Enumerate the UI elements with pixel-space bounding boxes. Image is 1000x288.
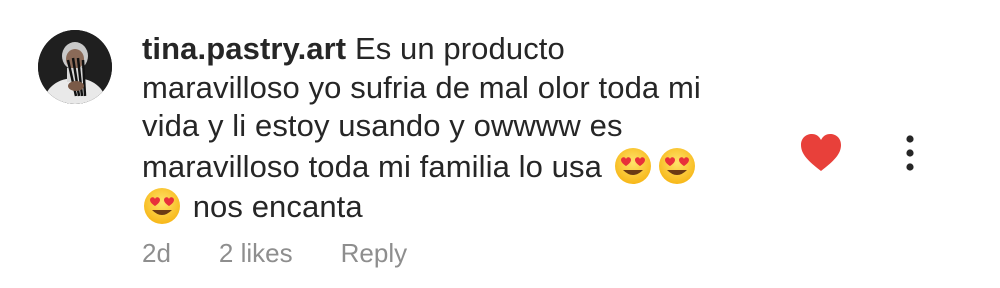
comment-meta: 2d 2 likes Reply [142, 238, 407, 269]
comment-item: tina.pastry.art Es un producto maravillo… [0, 0, 1000, 288]
heart-eyes-emoji [657, 146, 697, 186]
more-options-icon[interactable] [896, 132, 924, 174]
heart-icon[interactable] [800, 133, 842, 173]
comment-line-5: nos encanta [142, 186, 762, 227]
comment-timestamp: 2d [142, 238, 171, 268]
comment-text-line-1: Es un producto [354, 31, 565, 66]
comment-text-line-4: maravilloso toda mi familia lo usa [142, 148, 602, 184]
comment-line-1: tina.pastry.art Es un producto [142, 30, 762, 69]
heart-eyes-emoji [142, 186, 182, 226]
reply-button[interactable]: Reply [341, 238, 407, 269]
comment-username[interactable]: tina.pastry.art [142, 31, 346, 66]
comment-text-line-2: maravilloso yo sufria de mal olor toda m… [142, 69, 701, 105]
avatar[interactable] [38, 30, 112, 104]
comment-text-line-3: vida y li estoy usando y owwww es [142, 108, 623, 143]
likes-count[interactable]: 2 likes [219, 238, 293, 269]
heart-eyes-emoji [613, 146, 653, 186]
comment-text: tina.pastry.art Es un producto maravillo… [142, 30, 762, 227]
comment-line-4: maravilloso toda mi familia lo usa [142, 146, 762, 187]
avatar-image [38, 30, 112, 104]
comment-text-line-5: nos encanta [192, 189, 363, 224]
